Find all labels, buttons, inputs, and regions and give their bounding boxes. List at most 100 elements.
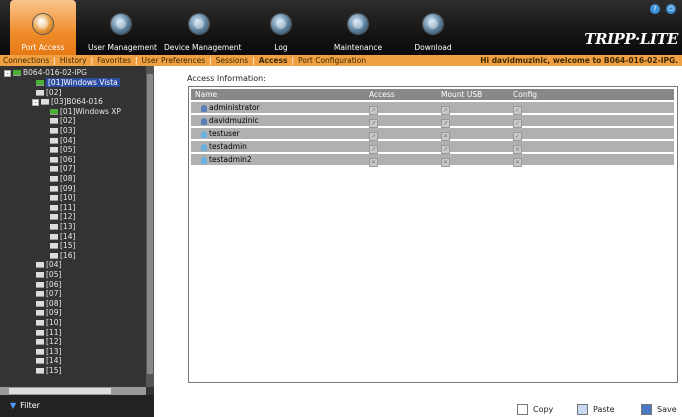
tree-item[interactable]: [15]: [50, 241, 75, 250]
computer-icon: [36, 89, 44, 96]
tab-device-management[interactable]: Device Management: [164, 0, 241, 55]
table-row[interactable]: administrator ↗ ↗ ✓: [191, 102, 674, 115]
mount-usb-permission-icon[interactable]: ↗: [441, 145, 450, 154]
tree-item-label: [03]B064-016: [51, 97, 103, 107]
config-permission-icon[interactable]: ✓: [513, 132, 522, 141]
tree-item[interactable]: [05]: [36, 270, 61, 279]
access-permission-icon[interactable]: ↗: [369, 132, 378, 141]
copy-button[interactable]: Copy: [517, 404, 553, 415]
tree-horizontal-scrollbar[interactable]: [0, 387, 146, 395]
tree-item[interactable]: [02]: [36, 88, 61, 97]
table-row[interactable]: testuser ↗ ✕ ✓: [191, 128, 674, 141]
tree-item[interactable]: [02]: [50, 116, 75, 125]
mount-usb-permission-icon[interactable]: ↗: [441, 106, 450, 115]
subnav-favorites[interactable]: Favorites: [94, 55, 134, 66]
tree-item[interactable]: [14]: [50, 232, 75, 241]
logout-icon[interactable]: ⏻: [666, 4, 676, 14]
table-row[interactable]: davidmuzinic ↗ ↗ ✓: [191, 115, 674, 128]
tree-item[interactable]: [06]: [36, 280, 61, 289]
mount-usb-permission-icon[interactable]: ↗: [441, 119, 450, 128]
column-access[interactable]: Access: [369, 89, 395, 100]
tree-item[interactable]: [13]: [36, 347, 61, 356]
tree-item[interactable]: [09]: [36, 308, 61, 317]
tree-item[interactable]: [08]: [50, 174, 75, 183]
tree-item[interactable]: [05]: [50, 145, 75, 154]
port-access-icon: [33, 14, 53, 34]
computer-icon: [36, 329, 44, 336]
tree-item[interactable]: [10]: [36, 318, 61, 327]
top-right-icons: ? ⏻: [644, 4, 676, 14]
tree-vertical-scrollbar[interactable]: [146, 66, 154, 387]
computer-icon: [50, 243, 58, 250]
collapse-icon[interactable]: -: [32, 98, 39, 106]
tab-user-management[interactable]: User Management: [88, 0, 157, 55]
user-icon: [201, 104, 207, 112]
subnav-access[interactable]: Access: [256, 55, 291, 66]
tree-item[interactable]: [07]: [50, 164, 75, 173]
config-permission-icon[interactable]: ✕: [513, 145, 522, 154]
collapse-icon[interactable]: -: [4, 69, 11, 77]
computer-icon: [50, 224, 58, 230]
subnav-connections[interactable]: Connections: [0, 55, 52, 66]
tree-item[interactable]: [12]: [50, 212, 75, 221]
tab-log[interactable]: Log: [258, 0, 304, 55]
tab-maintenance[interactable]: Maintenance: [330, 0, 386, 55]
tab-port-access[interactable]: Port Access: [10, 0, 76, 55]
access-permission-icon[interactable]: ↗: [369, 106, 378, 115]
tree-item[interactable]: [09]: [50, 184, 75, 193]
computer-icon: [41, 99, 49, 106]
scroll-thumb[interactable]: [9, 388, 111, 394]
tree-item[interactable]: [04]: [50, 136, 75, 145]
tree-item[interactable]: [04]: [36, 260, 61, 269]
config-permission-icon[interactable]: ✕: [513, 158, 522, 167]
subnav-sessions[interactable]: Sessions: [213, 55, 252, 66]
filter-bar[interactable]: ▼ Filter: [0, 395, 154, 417]
tree-item[interactable]: [11]: [36, 328, 61, 337]
column-mount-usb[interactable]: Mount USB: [441, 89, 482, 100]
tree-item[interactable]: [01]Windows XP: [50, 107, 121, 116]
tree-item[interactable]: [13]: [50, 222, 75, 231]
tree-item[interactable]: [03]: [50, 126, 75, 135]
column-name[interactable]: Name: [195, 89, 217, 100]
access-permission-icon[interactable]: ↗: [369, 119, 378, 128]
access-permission-icon[interactable]: ↗: [369, 145, 378, 154]
computer-icon: [50, 128, 58, 134]
mount-usb-permission-icon[interactable]: ✕: [441, 132, 450, 141]
tree-item[interactable]: [14]: [36, 356, 61, 365]
access-permission-icon[interactable]: ✕: [369, 158, 378, 167]
tree-item[interactable]: [15]: [36, 366, 61, 375]
mount-usb-permission-icon[interactable]: ✕: [441, 158, 450, 167]
subnav-user-preferences[interactable]: User Preferences: [139, 55, 209, 66]
computer-icon: [50, 185, 58, 192]
computer-icon: [36, 291, 44, 298]
tree-item[interactable]: - [03]B064-016: [32, 97, 103, 106]
scroll-thumb[interactable]: [147, 74, 153, 374]
config-permission-icon[interactable]: ✓: [513, 119, 522, 128]
column-config[interactable]: Config: [513, 89, 537, 100]
config-permission-icon[interactable]: ✓: [513, 106, 522, 115]
save-button[interactable]: Save: [641, 404, 677, 415]
computer-icon: [36, 281, 44, 288]
tree-item[interactable]: [10]: [50, 193, 75, 202]
paste-button[interactable]: Paste: [577, 404, 615, 415]
user-name-cell: administrator: [201, 102, 260, 113]
table-row[interactable]: testadmin ↗ ↗ ✕: [191, 141, 674, 154]
tree-item[interactable]: [06]: [50, 155, 75, 164]
tree-item-label: [09]: [60, 183, 76, 193]
subnav-port-configuration[interactable]: Port Configuration: [295, 55, 369, 66]
tree-item-label: [13]: [46, 346, 62, 356]
tree-item[interactable]: [08]: [36, 299, 61, 308]
tree-item-label: [06]: [46, 279, 62, 289]
computer-icon: [50, 156, 58, 163]
table-row[interactable]: testadmin2 ✕ ✕ ✕: [191, 154, 674, 167]
subnav-history[interactable]: History: [57, 55, 90, 66]
computer-icon: [50, 204, 58, 211]
tree-item[interactable]: [16]: [50, 251, 75, 260]
tab-download[interactable]: Download: [408, 0, 458, 55]
tree-item[interactable]: [07]: [36, 289, 61, 298]
tree-item[interactable]: [01]Windows Vista: [36, 78, 120, 87]
tree-root[interactable]: - B064-016-02-IPG: [4, 68, 87, 77]
tree-item[interactable]: [12]: [36, 337, 61, 346]
tree-item[interactable]: [11]: [50, 203, 75, 212]
help-icon[interactable]: ?: [650, 4, 660, 14]
